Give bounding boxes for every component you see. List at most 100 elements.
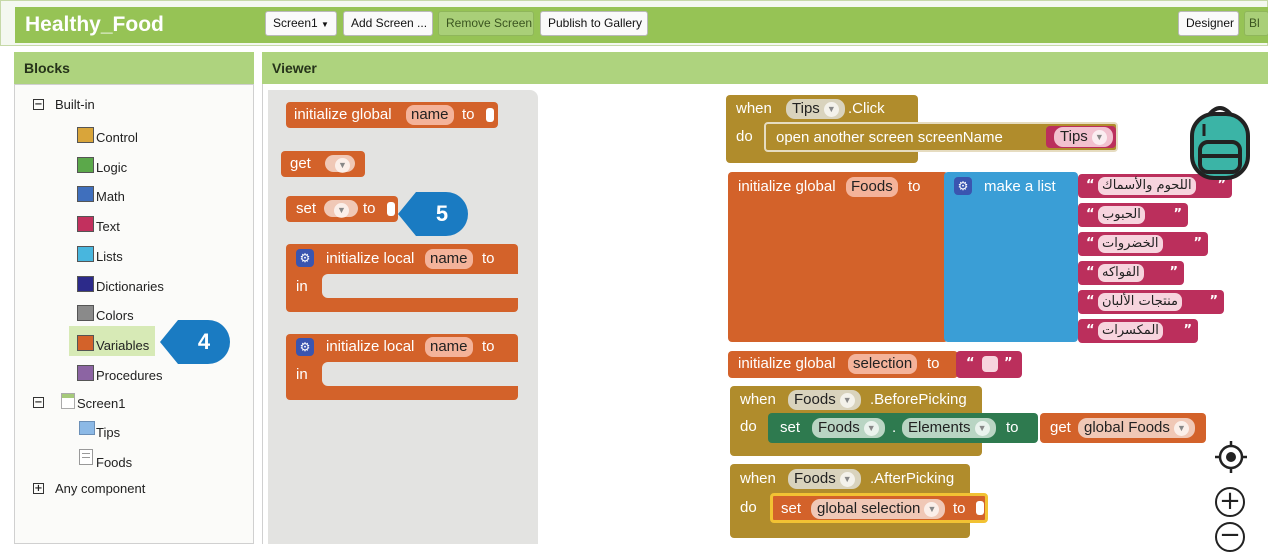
category-color-swatch [77,275,94,292]
category-colors[interactable]: Colors [96,308,134,323]
category-math[interactable]: Math [96,189,125,204]
tree-any-component[interactable]: Any component [55,481,145,496]
block-text: when [740,391,776,408]
text-item-block[interactable]: “الفواكه ” [1078,261,1184,285]
empty-text-block[interactable]: “ ” [956,351,1022,378]
publish-gallery-button[interactable]: Publish to Gallery [540,11,648,36]
category-dictionaries[interactable]: Dictionaries [96,279,164,294]
variable-dropdown[interactable]: global Foods ▼ [1078,418,1195,438]
screen-select-button[interactable]: Screen1 ▼ [265,11,337,36]
blocks-panel-title: Blocks [14,52,254,84]
minus-box-icon[interactable]: − [33,99,44,110]
tree-screen1[interactable]: Screen1 [77,396,125,411]
minus-box-icon[interactable]: − [33,397,44,408]
variable-name-field[interactable]: Foods [846,177,898,197]
step-5-callout: 5 [398,192,468,236]
gear-icon[interactable]: ⚙ [296,338,314,356]
screen-name-dropdown[interactable]: Tips ▼ [1054,127,1113,147]
zoom-out-icon[interactable]: − [1215,522,1245,552]
category-color-swatch [77,334,94,351]
chevron-down-icon: ▼ [839,393,855,408]
crosshair-icon[interactable] [1214,440,1248,474]
variable-name-field[interactable]: name [425,337,473,357]
initialize-global-block[interactable]: initialize global name to [286,102,498,128]
text-item-block[interactable]: “الحبوب ” [1078,203,1188,227]
category-procedures[interactable]: Procedures [96,368,162,383]
block-text: do [740,418,757,435]
component-dropdown[interactable]: Foods ▼ [788,390,861,410]
make-a-list-block[interactable]: ⚙ make a list [944,172,1078,342]
category-color-swatch [77,186,94,203]
set-block[interactable]: set ▼ to [286,196,398,222]
category-color-swatch [77,156,94,173]
text-item-block[interactable]: “المكسرات ” [1078,319,1198,343]
top-bar: Healthy_Food Screen1 ▼ Add Screen ... Re… [0,0,1268,46]
tree-tips[interactable]: Tips [96,425,120,440]
block-text: open another screen screenName [776,129,1003,146]
empty-text-field[interactable] [982,356,998,372]
category-text[interactable]: Text [96,219,120,234]
gear-icon[interactable]: ⚙ [954,177,972,195]
quote-mark: “ [1086,207,1095,222]
quote-mark: ” [1209,294,1218,309]
remove-screen-button[interactable]: Remove Screen [438,11,534,36]
block-text: set [780,419,801,436]
blocks-button[interactable]: Bl [1244,11,1268,36]
block-text: to [363,200,376,217]
quote-mark: “ [1086,323,1095,338]
tree-foods[interactable]: Foods [96,455,132,470]
get-global-foods-block[interactable]: get global Foods ▼ [1040,413,1206,443]
quote-mark: “ [1086,178,1095,193]
category-control[interactable]: Control [96,130,138,145]
initialize-global-selection-block[interactable]: initialize global selection to [728,351,958,378]
category-variables[interactable]: Variables [96,338,149,353]
component-name: Foods [818,419,860,436]
input-notch [387,202,395,216]
quote-mark: ” [1173,207,1182,222]
chevron-down-icon: ▼ [1173,421,1189,436]
set-global-selection-block[interactable]: set global selection ▼ to [770,493,988,523]
category-lists[interactable]: Lists [96,249,123,264]
text-item-value[interactable]: منتجات الألبان [1098,293,1182,311]
variable-name-field[interactable]: name [425,249,473,269]
variable-name-field[interactable]: selection [848,354,918,374]
variable-dropdown[interactable]: ▼ [325,155,355,173]
variable-name-field[interactable]: name [406,105,454,125]
block-text: .Click [848,100,885,117]
zoom-in-icon[interactable]: + [1215,487,1245,517]
variable-name: global selection [817,500,921,517]
text-item-value[interactable]: المكسرات [1098,322,1163,340]
backpack-icon[interactable] [1186,102,1254,182]
designer-button[interactable]: Designer [1178,11,1239,36]
category-logic[interactable]: Logic [96,160,127,175]
chevron-down-icon: ▼ [839,472,855,487]
text-item-value[interactable]: الحبوب [1098,206,1145,224]
component-dropdown[interactable]: Foods ▼ [812,418,885,438]
variable-dropdown[interactable]: ▼ [324,200,358,218]
open-another-screen-block[interactable]: open another screen screenName Tips ▼ [764,122,1118,152]
get-block[interactable]: get ▼ [281,151,365,177]
initialize-global-foods-block[interactable]: initialize global Foods to [728,172,948,342]
set-property-block[interactable]: set Foods ▼ . Elements ▼ to [768,413,1038,443]
initialize-local-block-2[interactable]: ⚙ initialize local name to in [286,334,518,400]
gear-icon[interactable]: ⚙ [296,249,314,267]
variable-dropdown[interactable]: global selection ▼ [811,499,946,519]
text-item-value[interactable]: الخضروات [1098,235,1163,253]
chevron-down-icon: ▼ [924,502,940,517]
plus-box-icon[interactable]: + [33,483,44,494]
component-dropdown[interactable]: Foods ▼ [788,469,861,489]
text-value-block[interactable]: Tips ▼ [1046,126,1116,148]
component-name: Tips [792,100,820,117]
block-text: to [482,250,495,267]
text-item-value[interactable]: الفواكه [1098,264,1144,282]
text-item-value[interactable]: اللحوم والأسماك [1098,177,1196,195]
category-color-swatch [77,245,94,262]
initialize-local-block-1[interactable]: ⚙ initialize local name to in [286,244,518,312]
text-item-block[interactable]: “منتجات الألبان ” [1078,290,1224,314]
builtin-label[interactable]: Built-in [55,97,95,112]
component-dropdown[interactable]: Tips ▼ [786,99,845,119]
listpicker-icon [79,449,93,465]
text-item-block[interactable]: “الخضروات ” [1078,232,1208,256]
property-dropdown[interactable]: Elements ▼ [902,418,996,438]
add-screen-button[interactable]: Add Screen ... [343,11,433,36]
